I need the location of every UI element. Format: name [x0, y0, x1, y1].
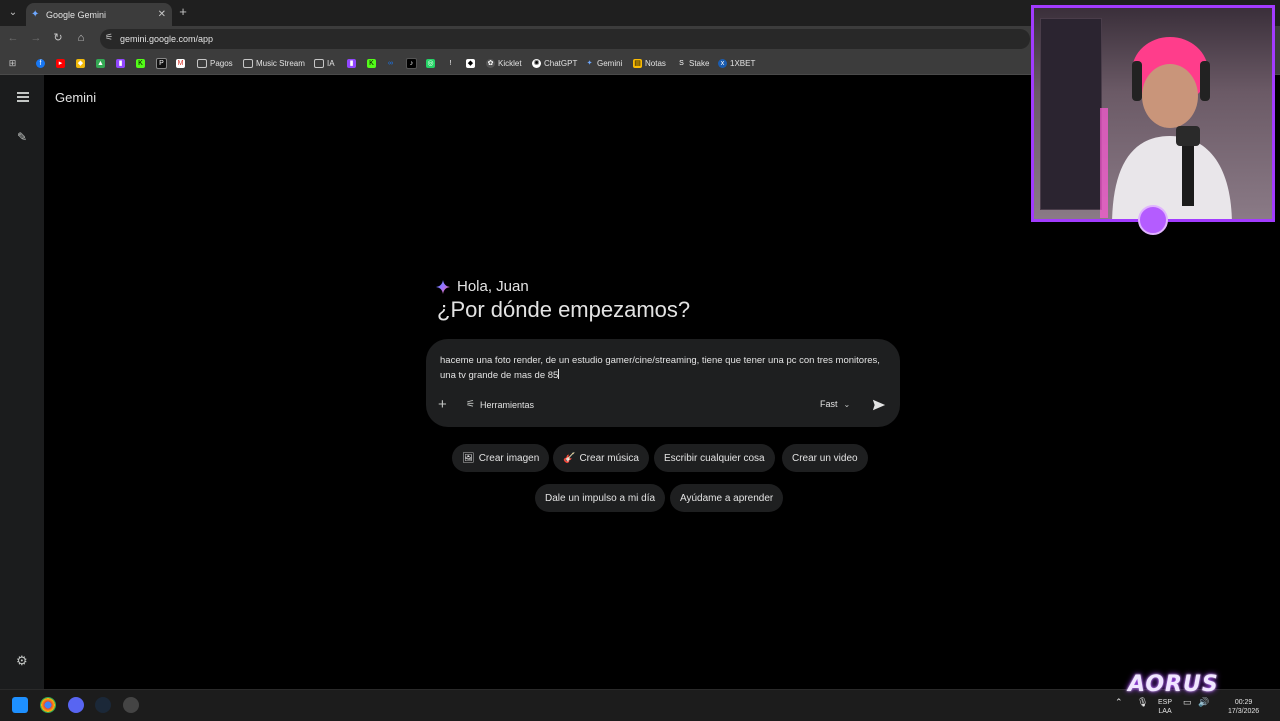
discord-icon[interactable] — [68, 697, 84, 713]
site-info-icon[interactable]: ⚟ — [105, 32, 113, 43]
tray-chevron-up-icon[interactable]: ⌃ — [1115, 698, 1123, 707]
gemini-spark-icon — [436, 279, 450, 294]
drive-icon[interactable]: ▲ — [96, 57, 108, 69]
tools-button[interactable]: ⚟ Herramientas — [466, 399, 534, 410]
webcam-overlay — [1031, 5, 1275, 222]
tab-search-chevron-icon[interactable]: ⌄ — [4, 4, 22, 22]
network-icon[interactable]: ▭ — [1183, 698, 1192, 707]
facebook-icon[interactable]: f — [36, 57, 48, 69]
new-tab-button[interactable]: + — [176, 4, 190, 20]
aorus-logo-watermark: AORUS — [1128, 672, 1219, 697]
new-chat-icon[interactable]: ✎ — [17, 131, 29, 143]
windows-taskbar: ⌃ ESP LAA 🎙 ▭ 🔊 00:29 17/3/2026 — [0, 689, 1280, 721]
bookmark-music-stream[interactable]: Music Stream — [243, 57, 305, 69]
chip-crear-video[interactable]: Crear un video — [782, 444, 868, 472]
pushbullet-icon[interactable]: P — [156, 57, 170, 69]
gemini-sidebar — [0, 75, 44, 689]
bookmark-gemini[interactable]: ✦ Gemini — [585, 57, 623, 69]
volume-icon[interactable]: 🔊 — [1198, 698, 1209, 707]
chip-crear-imagen[interactable]: 🖼 Crear imagen — [452, 444, 550, 472]
whatsapp-icon[interactable]: ◎ — [426, 57, 438, 69]
greeting-text: Hola, Juan — [457, 278, 529, 295]
forward-icon[interactable]: → — [29, 31, 43, 45]
twitch-icon-2[interactable]: ▮ — [347, 57, 359, 69]
reload-icon[interactable]: ↻ — [51, 31, 65, 45]
streamer-logo-badge — [1138, 205, 1168, 235]
chip-escribir[interactable]: Escribir cualquier cosa — [654, 444, 775, 472]
prompt-input[interactable]: haceme una foto render, de un estudio ga… — [440, 353, 880, 383]
folder-icon — [197, 58, 207, 68]
text-caret — [558, 369, 560, 379]
folder-icon — [314, 58, 324, 68]
folder-icon — [243, 58, 253, 68]
exclaim-icon[interactable]: ! — [446, 57, 458, 69]
page-headline: ¿Por dónde empezamos? — [437, 297, 691, 322]
steam-icon[interactable] — [95, 697, 111, 713]
gemini-icon: ✦ — [586, 59, 593, 67]
meta-icon[interactable]: ∞ — [386, 57, 398, 69]
url-text[interactable]: gemini.google.com/app — [120, 34, 213, 44]
kick-icon-2[interactable]: K — [367, 57, 379, 69]
chevron-down-icon: ⌄ — [843, 399, 851, 409]
chip-aprender[interactable]: Ayúdame a aprender — [670, 484, 784, 512]
gmail-icon[interactable]: M — [176, 57, 188, 69]
gemini-favicon-icon: ✦ — [31, 8, 40, 20]
windows-start-icon[interactable] — [12, 697, 28, 713]
bookmark-1xbet[interactable]: x 1XBET — [718, 57, 755, 69]
tab-gemini[interactable]: ✦ Google Gemini ✕ — [26, 3, 172, 26]
tiktok-icon[interactable]: ♪ — [406, 57, 420, 69]
address-bar[interactable]: ⚟ gemini.google.com/app — [100, 29, 1030, 49]
tools-sliders-icon: ⚟ — [466, 399, 475, 410]
prompt-box[interactable]: haceme una foto render, de un estudio ga… — [426, 339, 900, 427]
model-selector[interactable]: Fast ⌄ — [820, 399, 850, 409]
model-label: Fast — [820, 399, 838, 409]
send-icon[interactable] — [872, 398, 886, 412]
bookmark-notas[interactable]: ▤ Notas — [633, 57, 666, 69]
bookmark-ia[interactable]: IA — [314, 57, 335, 69]
clock[interactable]: 00:29 17/3/2026 — [1228, 698, 1259, 716]
back-icon[interactable]: ← — [6, 31, 20, 45]
notes-icon: ▤ — [633, 58, 642, 68]
tools-label: Herramientas — [479, 399, 534, 410]
chrome-icon[interactable] — [40, 697, 56, 713]
kicklet-icon: ✿ — [486, 58, 495, 68]
apps-icon[interactable]: ⊞ — [8, 57, 20, 69]
chip-crear-musica[interactable]: 🎸 Crear música — [553, 444, 649, 472]
settings-gear-icon[interactable]: ⚙ — [16, 654, 29, 667]
microphone-icon[interactable]: 🎙 — [1137, 698, 1148, 707]
greeting-row: Hola, Juan — [436, 278, 529, 295]
youtube-icon[interactable]: ▸ — [56, 57, 68, 69]
binance-icon[interactable]: ◆ — [76, 57, 88, 69]
language-indicator[interactable]: ESP LAA — [1158, 698, 1172, 716]
bookmark-chatgpt[interactable]: ✺ ChatGPT — [532, 57, 577, 69]
app-title: Gemini — [55, 90, 97, 105]
streamer-figure — [1112, 37, 1232, 219]
bookmark-kicklet[interactable]: ✿ Kicklet — [486, 57, 522, 69]
menu-icon[interactable] — [17, 92, 29, 102]
chatgpt-icon: ✺ — [532, 58, 541, 68]
stake-icon: S — [679, 59, 684, 67]
home-icon[interactable]: ⌂ — [74, 31, 88, 45]
tab-close-icon[interactable]: ✕ — [158, 9, 166, 20]
bookmark-stake[interactable]: S Stake — [677, 57, 709, 69]
add-attachment-button[interactable]: + — [438, 397, 447, 412]
bookmark-pagos[interactable]: Pagos — [197, 57, 233, 69]
kick-icon[interactable]: K — [136, 57, 148, 69]
tab-title: Google Gemini — [46, 9, 107, 20]
1xbet-icon: x — [718, 58, 727, 68]
app-icon[interactable] — [123, 697, 139, 713]
twitch-icon[interactable]: ▮ — [116, 57, 128, 69]
chip-impulso[interactable]: Dale un impulso a mi día — [535, 484, 666, 512]
diamond-icon[interactable]: ◆ — [466, 57, 478, 69]
guitar-icon: 🎸 — [563, 452, 576, 464]
image-icon: 🖼 — [462, 452, 475, 464]
